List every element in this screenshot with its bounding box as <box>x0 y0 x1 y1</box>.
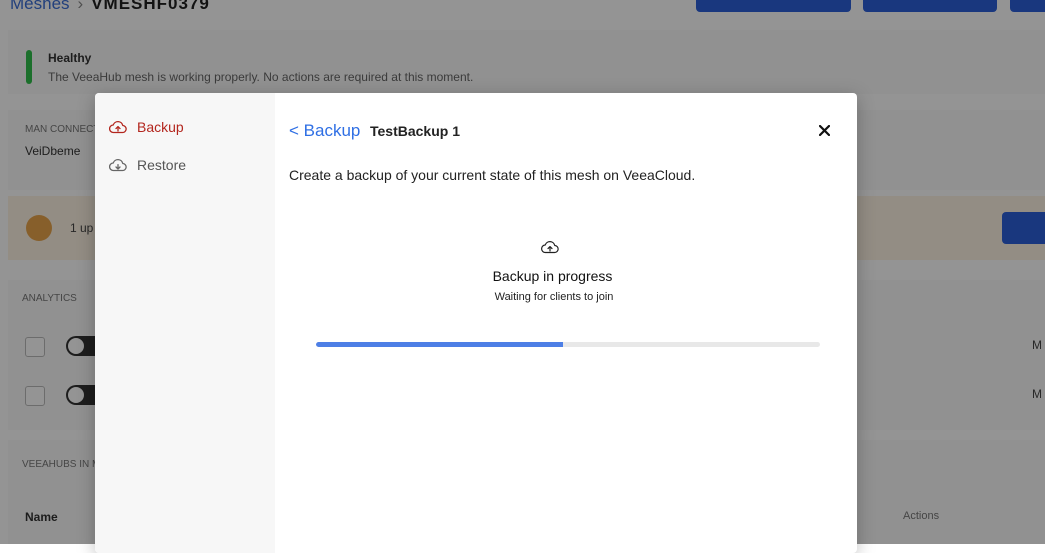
cloud-download-icon <box>109 157 129 173</box>
close-button[interactable] <box>812 120 836 140</box>
progress-fill <box>316 342 563 347</box>
close-icon <box>818 124 830 136</box>
backup-description: Create a backup of your current state of… <box>289 167 696 183</box>
modal-content: < Backup TestBackup 1 Create a backup of… <box>275 93 857 553</box>
status-title: Backup in progress <box>492 268 613 284</box>
sidebar-item-label: Restore <box>137 157 187 173</box>
status-subtitle: Waiting for clients to join <box>494 291 614 303</box>
sidebar-item-backup[interactable]: Backup <box>109 116 184 138</box>
sidebar-item-label: Backup <box>137 119 184 135</box>
back-link[interactable]: < Backup <box>289 121 360 141</box>
backup-name: TestBackup 1 <box>370 123 460 139</box>
sidebar-item-restore[interactable]: Restore <box>109 154 186 176</box>
cloud-upload-icon <box>109 119 129 135</box>
cloud-upload-icon <box>540 240 560 254</box>
modal-sidebar: Backup Restore <box>95 93 275 553</box>
backup-restore-modal: Backup Restore < Backup TestBackup 1 Cre… <box>95 93 857 553</box>
backup-progress-bar <box>316 342 820 347</box>
